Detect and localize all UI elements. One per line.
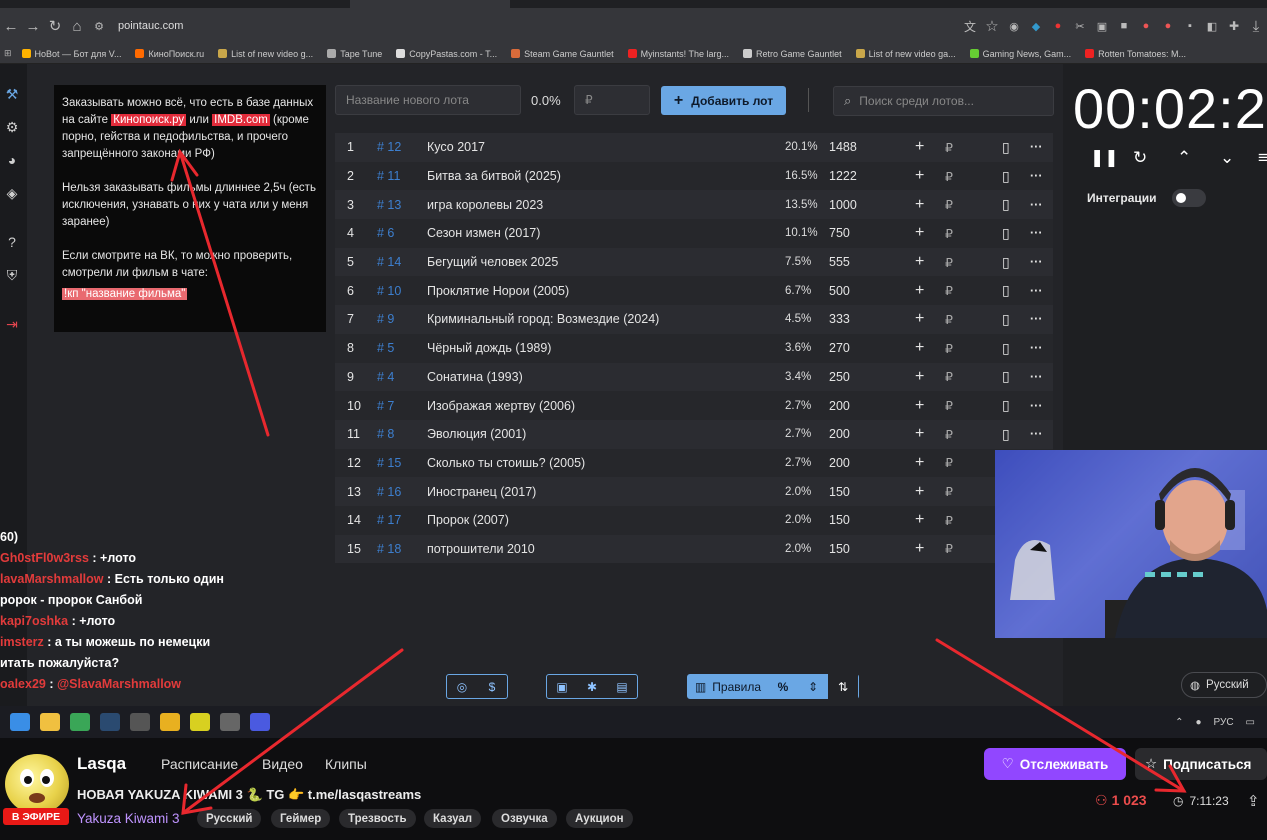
screen: ← → ↻ ⌂ ⚙ pointauc.com 文 ☆ ◉ ◆ ● ✂ ▣ ■ ●… [0, 0, 1267, 840]
arrow-to-uptime [935, 638, 1186, 793]
annotation-arrows [170, 148, 1187, 815]
arrow-to-kinopoisk-link [178, 150, 270, 437]
arrow-to-game-link [181, 648, 404, 815]
